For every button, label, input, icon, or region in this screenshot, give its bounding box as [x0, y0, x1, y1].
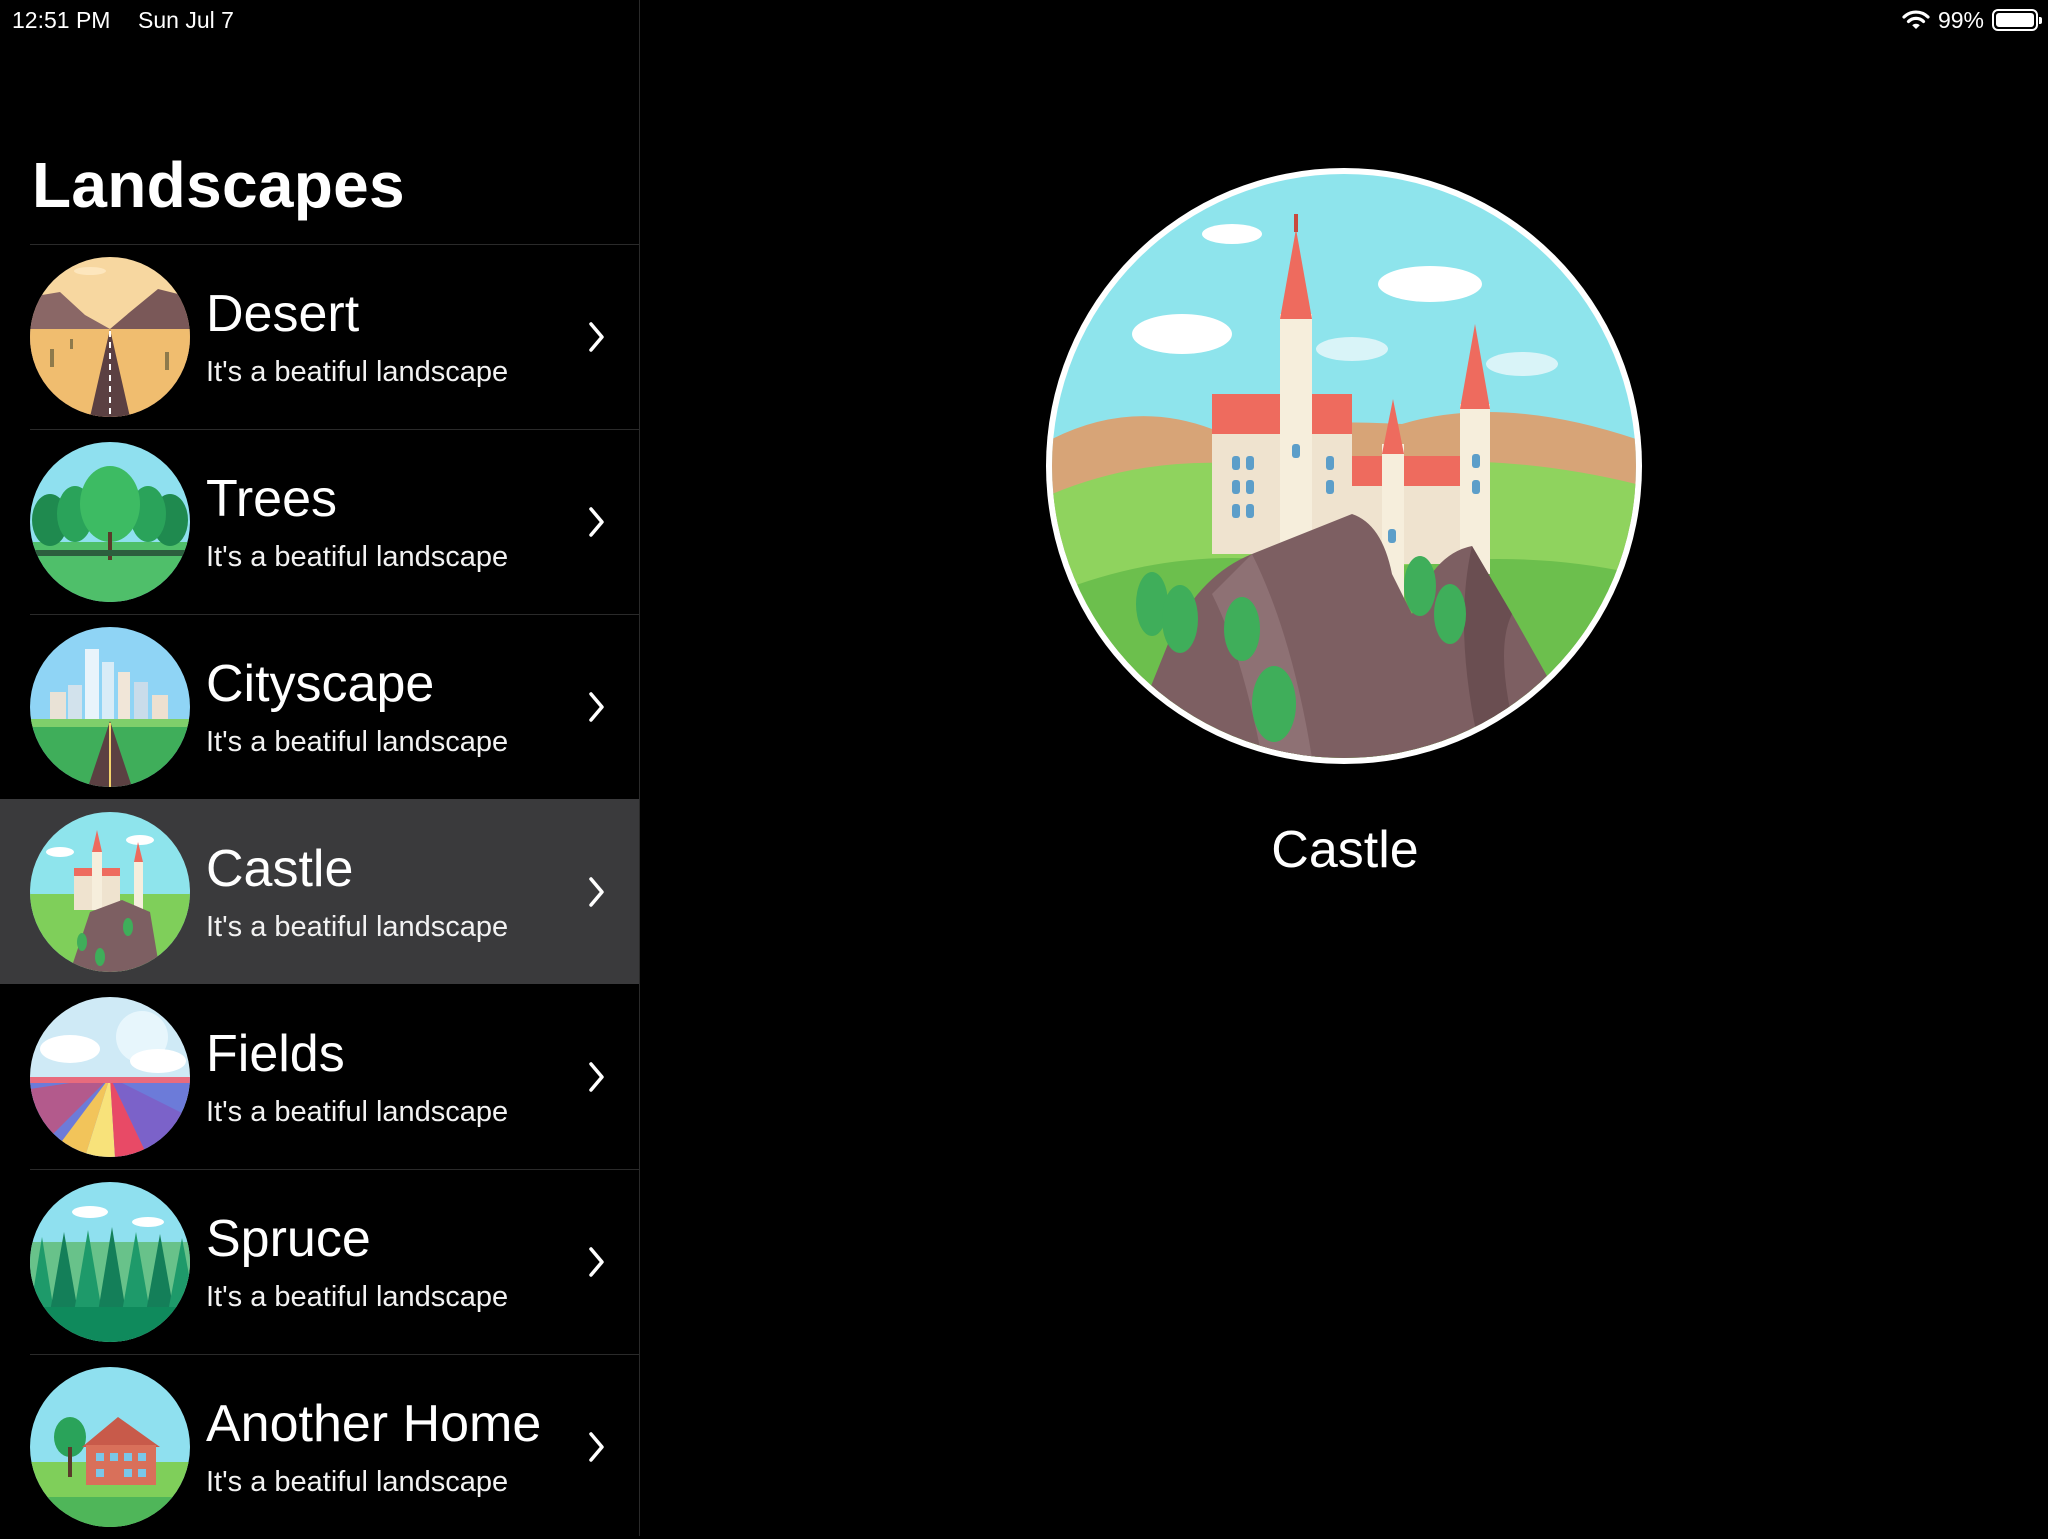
landscape-list: Desert It's a beatiful landscape Trees I… [0, 244, 639, 1539]
list-item-title: Another Home [206, 1395, 542, 1453]
chevron-right-icon [589, 1247, 604, 1277]
list-item-spruce[interactable]: Spruce It's a beatiful landscape [0, 1169, 639, 1354]
trees-image [30, 442, 190, 602]
page-title: Landscapes [32, 149, 405, 221]
list-item-castle[interactable]: Castle It's a beatiful landscape [0, 799, 639, 984]
fields-image [30, 997, 190, 1157]
list-item-another-home[interactable]: Another Home It's a beatiful landscape [0, 1354, 639, 1539]
wifi-icon [1902, 10, 1930, 29]
list-item-title: Spruce [206, 1210, 371, 1268]
chevron-right-icon [589, 692, 604, 722]
list-item-title: Cityscape [206, 655, 435, 713]
list-item-title: Fields [206, 1025, 345, 1083]
sidebar: Landscapes Desert It's a beatiful landsc… [0, 0, 640, 1536]
detail-title: Castle [1271, 821, 1419, 879]
cityscape-image [30, 627, 190, 787]
spruce-image [30, 1182, 190, 1342]
list-item-subtitle: It's a beatiful landscape [206, 541, 509, 573]
desert-image [30, 257, 190, 417]
list-item-subtitle: It's a beatiful landscape [206, 1096, 509, 1128]
list-item-desert[interactable]: Desert It's a beatiful landscape [0, 244, 639, 429]
battery-percent: 99% [1937, 6, 1984, 33]
list-item-subtitle: It's a beatiful landscape [206, 726, 509, 758]
battery-icon [1992, 9, 2042, 31]
chevron-right-icon [589, 1432, 604, 1462]
list-item-subtitle: It's a beatiful landscape [206, 911, 509, 943]
list-item-title: Desert [206, 285, 360, 343]
home-image [30, 1367, 190, 1527]
chevron-right-icon [589, 1062, 604, 1092]
castle-detail-image [1046, 168, 1642, 764]
list-item-subtitle: It's a beatiful landscape [206, 356, 509, 388]
battery-fill [1996, 13, 2034, 27]
chevron-right-icon [589, 877, 604, 907]
list-item-fields[interactable]: Fields It's a beatiful landscape [0, 984, 639, 1169]
castle-image [30, 812, 190, 972]
chevron-right-icon [589, 507, 604, 537]
list-item-subtitle: It's a beatiful landscape [206, 1466, 509, 1498]
list-item-trees[interactable]: Trees It's a beatiful landscape [0, 429, 639, 614]
status-indicators: 99% [1902, 5, 2042, 35]
list-item-cityscape[interactable]: Cityscape It's a beatiful landscape [0, 614, 639, 799]
list-item-title: Castle [206, 840, 354, 898]
list-item-title: Trees [206, 470, 337, 528]
chevron-right-icon [589, 322, 604, 352]
list-item-subtitle: It's a beatiful landscape [206, 1281, 509, 1313]
